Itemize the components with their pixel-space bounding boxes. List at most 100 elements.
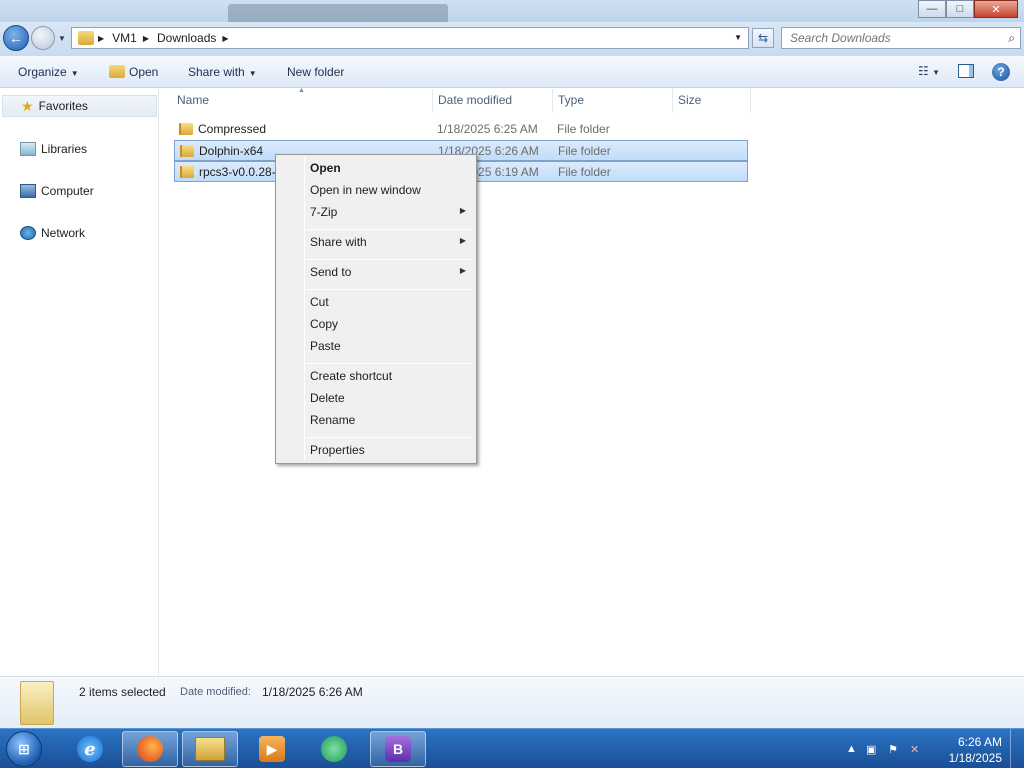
details-pane: 2 items selected Date modified: 1/18/202… (0, 676, 1024, 728)
back-arrow-icon: ← (9, 30, 23, 46)
menu-gutter (304, 157, 305, 461)
address-bar[interactable]: ▶ VM1 ▶ Downloads ▶ ▼ (71, 27, 749, 49)
taskbar-app[interactable] (122, 731, 178, 767)
show-hidden-icons-icon[interactable]: ▲ (846, 743, 857, 755)
menu-item-properties[interactable]: Properties (310, 443, 365, 457)
file-row[interactable]: Compressed 1/18/2025 6:25 AM File folder (174, 119, 748, 140)
breadcrumb-chevron-icon[interactable]: ▶ (143, 34, 149, 43)
share-with-label: Share with (188, 65, 245, 79)
menu-item-share-with-label: Share with (310, 235, 367, 249)
menu-item-cut[interactable]: Cut (310, 295, 329, 309)
menu-item-open[interactable]: Open (310, 161, 341, 175)
menu-item-share-with[interactable]: Share with (310, 235, 367, 249)
column-name-label: Name (177, 93, 210, 107)
system-tray: ▲ ▣ ⚑ ✕ 6:26 AM 1/18/2025 (834, 729, 1024, 768)
column-divider[interactable] (432, 89, 433, 113)
refresh-button[interactable]: ⇆ (752, 28, 774, 48)
column-header-size[interactable]: Size (678, 93, 701, 107)
menu-separator (306, 229, 472, 230)
taskbar-app[interactable] (306, 731, 362, 767)
sort-up-icon: ▲ (298, 87, 305, 94)
breadcrumb-vm1[interactable]: VM1 (112, 31, 137, 45)
menu-separator (306, 437, 472, 438)
preview-pane-icon[interactable] (958, 64, 974, 78)
breadcrumb-downloads[interactable]: Downloads (157, 31, 216, 45)
column-divider[interactable] (672, 89, 673, 113)
search-icon[interactable]: ⌕ (1008, 31, 1015, 46)
column-header-type[interactable]: Type (558, 93, 584, 107)
column-header-date[interactable]: Date modified (438, 93, 512, 107)
network-icon (20, 226, 36, 240)
firefox-icon (137, 736, 163, 762)
context-menu: Open Open in new window 7-Zip ▶ Share wi… (275, 154, 477, 464)
taskbar-app[interactable] (182, 731, 238, 767)
address-dropdown-icon[interactable]: ▼ (734, 33, 742, 42)
nav-libraries[interactable]: Libraries (20, 142, 87, 156)
back-button[interactable]: ← (3, 25, 29, 51)
taskbar-app[interactable]: e (62, 731, 118, 767)
taskbar: ⊞ e ▶ B ▲ ▣ ⚑ ✕ 6:26 AM 1/18/2025 (0, 728, 1024, 768)
search-input[interactable] (790, 31, 990, 45)
address-row: ← ▼ ▶ VM1 ▶ Downloads ▶ ▼ ⇆ ⌕ (0, 22, 1024, 56)
menu-item-7zip-label: 7-Zip (310, 205, 338, 219)
taskbar-app[interactable]: ▶ (244, 731, 300, 767)
forward-button[interactable] (31, 26, 55, 50)
help-icon[interactable]: ? (992, 63, 1010, 81)
nav-favorites[interactable]: ★ Favorites (2, 95, 157, 117)
volume-muted-icon[interactable]: ✕ (910, 743, 919, 756)
show-desktop-button[interactable] (1010, 729, 1024, 768)
menu-item-send-to[interactable]: Send to (310, 265, 351, 279)
action-center-flag-icon[interactable]: ⚑ (888, 743, 898, 756)
search-box[interactable]: ⌕ (781, 27, 1021, 49)
star-icon: ★ (21, 97, 34, 114)
menu-item-copy[interactable]: Copy (310, 317, 338, 331)
computer-icon (20, 184, 36, 198)
file-name: rpcs3-v0.0.28-1 (199, 165, 283, 179)
share-with-button[interactable]: Share with ▼ (188, 65, 257, 79)
column-divider[interactable] (552, 89, 553, 113)
breadcrumb-chevron-icon[interactable]: ▶ (222, 34, 228, 43)
clock[interactable]: 6:26 AM 1/18/2025 (949, 734, 1002, 766)
menu-item-open-new-window[interactable]: Open in new window (310, 183, 421, 197)
selection-count: 2 items selected (79, 685, 166, 699)
menu-item-7zip[interactable]: 7-Zip (310, 205, 470, 219)
new-folder-label: New folder (287, 65, 345, 79)
column-date-label: Date modified (438, 93, 513, 107)
windows-explorer-icon (195, 737, 225, 761)
nav-network[interactable]: Network (20, 226, 85, 240)
recent-pages-dropdown[interactable]: ▼ (58, 34, 66, 43)
change-view-button[interactable]: ☷ ▼ (918, 64, 940, 78)
network-tray-icon[interactable]: ▣ (866, 743, 876, 756)
menu-item-create-shortcut[interactable]: Create shortcut (310, 369, 392, 383)
column-header-name[interactable]: Name (177, 93, 209, 107)
breadcrumb-chevron-icon[interactable]: ▶ (98, 34, 104, 43)
media-player-icon: ▶ (259, 736, 285, 762)
organize-button[interactable]: Organize ▼ (18, 65, 79, 79)
maximize-button[interactable]: □ (946, 0, 974, 18)
start-button[interactable]: ⊞ (6, 731, 42, 767)
window-controls: — □ ✕ (918, 0, 1018, 18)
menu-item-delete[interactable]: Delete (310, 391, 345, 405)
close-button[interactable]: ✕ (974, 0, 1018, 18)
clock-date: 1/18/2025 (948, 751, 1002, 765)
nav-computer[interactable]: Computer (20, 184, 94, 198)
open-button[interactable]: Open (109, 65, 158, 79)
menu-item-paste[interactable]: Paste (310, 339, 341, 353)
file-type: File folder (558, 165, 611, 179)
column-size-label: Size (678, 93, 702, 107)
chat-app-icon (321, 736, 347, 762)
submenu-arrow-icon: ▶ (459, 206, 466, 215)
menu-item-rename[interactable]: Rename (310, 413, 355, 427)
column-divider[interactable] (750, 89, 751, 113)
file-name: Compressed (198, 122, 267, 136)
navigation-pane: ★ Favorites Libraries Computer Network (0, 89, 159, 676)
new-folder-button[interactable]: New folder (287, 65, 344, 79)
nav-computer-label: Computer (41, 184, 94, 198)
file-date: 1/18/2025 6:25 AM (437, 122, 538, 136)
taskbar-app[interactable]: B (370, 731, 426, 767)
minimize-button[interactable]: — (918, 0, 946, 18)
folder-icon (78, 31, 94, 45)
folder-icon (179, 123, 193, 135)
column-type-label: Type (558, 93, 585, 107)
menu-separator (306, 363, 472, 364)
